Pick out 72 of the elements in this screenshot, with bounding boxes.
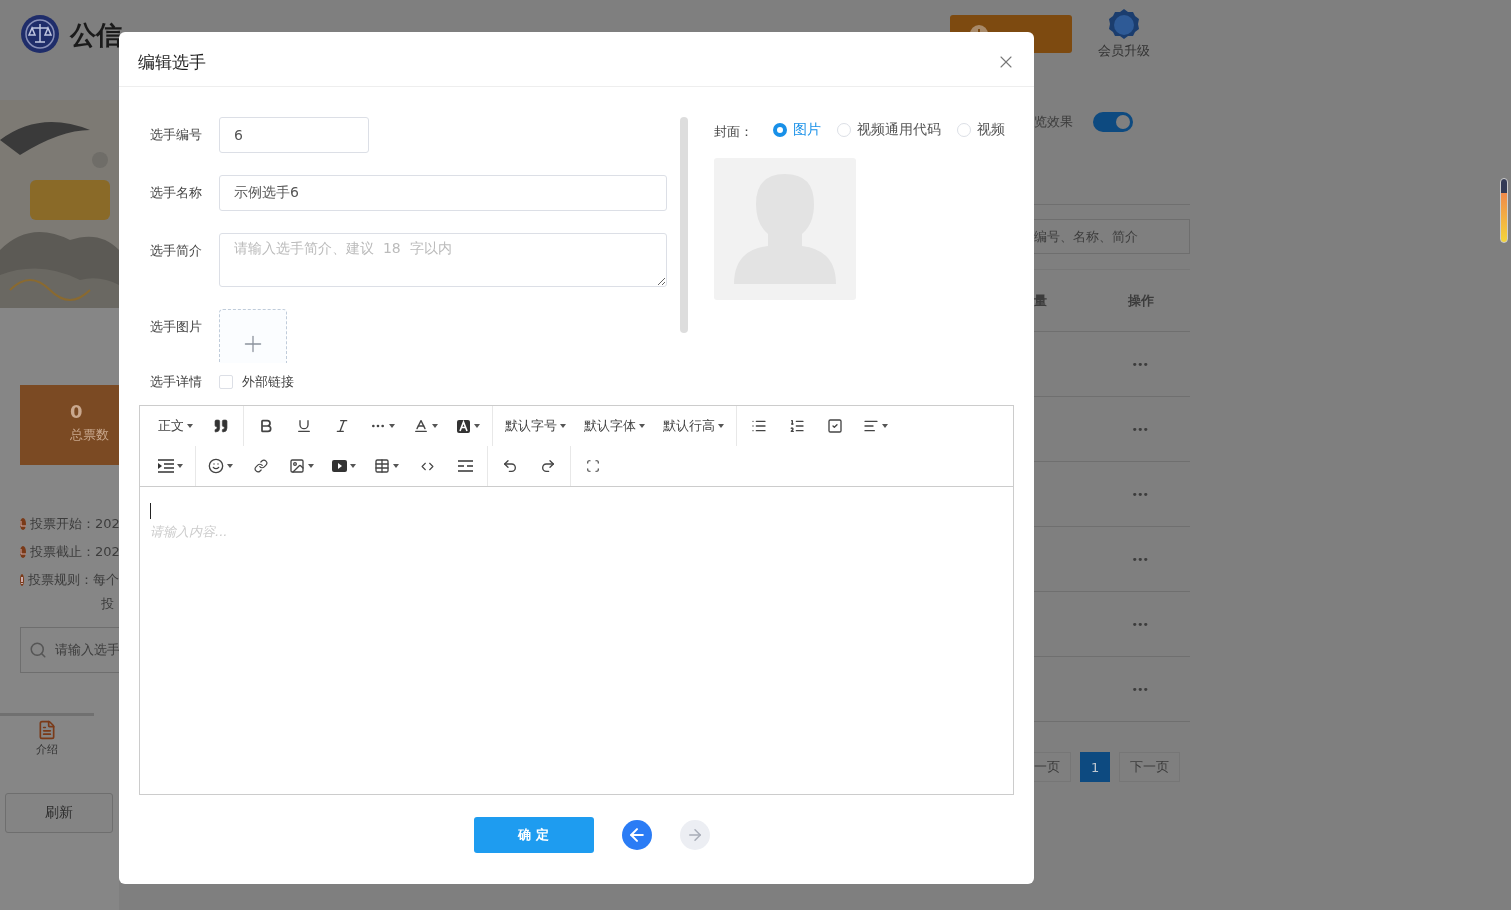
field-label: 选手简介: [150, 242, 203, 260]
undo-icon: [502, 458, 518, 474]
more-actions[interactable]: •••: [1131, 422, 1148, 436]
italic-icon: [334, 418, 350, 434]
preview-label: 览效果: [1034, 113, 1073, 131]
smiley-icon: [208, 458, 224, 474]
field-label: 选手编号: [150, 126, 203, 144]
scrollbar[interactable]: [680, 117, 688, 333]
bold-icon: [258, 418, 274, 434]
toolbar-dropdown[interactable]: 默认字体: [578, 410, 651, 442]
radio-option[interactable]: 视频通用代码: [837, 121, 941, 139]
font-color-icon: [413, 418, 429, 434]
document-icon: [37, 720, 57, 740]
intro-textarea[interactable]: 请输入选手简介、建议 18 字以内: [219, 233, 667, 287]
highlight-icon: [456, 418, 471, 434]
info-text: 投票截止：202: [30, 543, 119, 561]
search-field[interactable]: 编号、名称、简介: [1034, 219, 1190, 254]
quote-icon: [213, 418, 229, 434]
logo-text: 公信: [70, 19, 122, 52]
vip-label[interactable]: 会员升级: [1098, 42, 1150, 60]
vote-count: 0: [70, 401, 83, 422]
toolbar-dropdown[interactable]: 正文: [152, 410, 199, 442]
field-label: 选手详情: [150, 373, 203, 391]
link-icon: [254, 459, 268, 473]
tab-label[interactable]: 介绍: [36, 742, 58, 757]
radio-option[interactable]: 图片: [773, 121, 821, 139]
name-input[interactable]: 示例选手6: [219, 175, 667, 211]
fullscreen-icon: [586, 459, 600, 473]
external-link-checkbox[interactable]: 外部链接: [219, 373, 294, 391]
text-cursor: [150, 503, 151, 519]
preview-toggle[interactable]: [1093, 112, 1133, 132]
radio-option[interactable]: 视频: [957, 121, 1005, 139]
column-header: 量: [1034, 291, 1047, 310]
back-button[interactable]: [621, 820, 652, 850]
info-text: 投票开始：202: [30, 515, 119, 533]
logo-icon: [20, 14, 60, 54]
image-icon: [289, 458, 305, 474]
alert-icon: [20, 574, 24, 586]
redo-icon: [540, 458, 556, 474]
more-actions[interactable]: •••: [1131, 682, 1148, 696]
refresh-button[interactable]: 刷新: [5, 793, 113, 833]
info-text: 投票规则：每个: [28, 571, 119, 589]
vip-badge-icon: [1107, 8, 1141, 42]
divider-icon: [457, 460, 473, 472]
underline-icon: [296, 418, 312, 434]
more-actions[interactable]: •••: [1131, 357, 1148, 371]
field-label: 选手名称: [150, 184, 203, 202]
search-icon: [29, 641, 47, 659]
dialog-title: 编辑选手: [138, 50, 206, 74]
more-actions[interactable]: •••: [1131, 617, 1148, 631]
number-input[interactable]: 6: [219, 117, 369, 153]
confirm-button[interactable]: 确 定: [473, 817, 594, 853]
table-icon: [374, 458, 390, 474]
bullet-list-icon: [751, 418, 767, 434]
numbered-list-icon: [789, 418, 805, 434]
page-button[interactable]: 1: [1080, 752, 1111, 782]
more-actions[interactable]: •••: [1131, 487, 1148, 501]
scrollbar[interactable]: [1500, 178, 1508, 243]
clock-icon: [20, 546, 26, 558]
align-icon: [863, 418, 879, 434]
clock-icon: [20, 518, 26, 530]
more-actions[interactable]: •••: [1131, 552, 1148, 566]
toolbar-dropdown[interactable]: 默认行高: [657, 410, 730, 442]
field-label: 选手图片: [150, 318, 203, 336]
toolbar-dropdown[interactable]: 默认字号: [499, 410, 572, 442]
indent-icon: [158, 459, 174, 473]
column-header: 操作: [1128, 291, 1154, 310]
info-text: 投: [101, 595, 115, 613]
video-icon: [332, 460, 347, 472]
vote-count-label: 总票数: [70, 426, 109, 444]
cover-label: 封面：: [714, 123, 753, 141]
checkbox-icon: [827, 418, 843, 434]
